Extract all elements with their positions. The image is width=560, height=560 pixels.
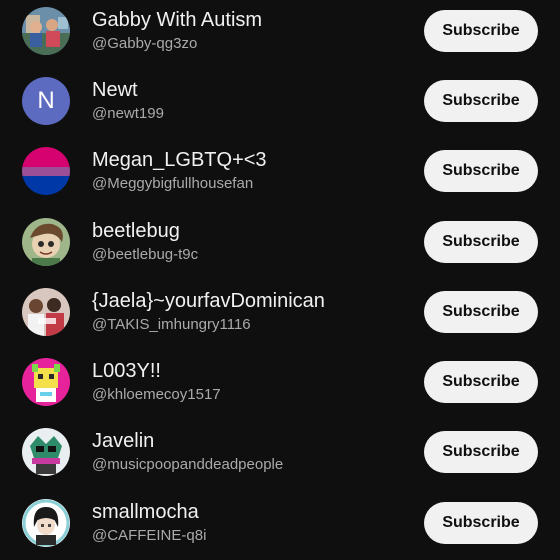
channel-handle: @musicpoopanddeadpeople xyxy=(92,456,284,473)
channel-avatar[interactable]: N xyxy=(22,77,70,125)
channel-handle: @CAFFEINE-q8i xyxy=(92,527,207,544)
cartoon-avatar-icon xyxy=(22,358,70,406)
channel-avatar[interactable] xyxy=(22,7,70,55)
channel-row[interactable]: Megan_LGBTQ+<3 @Meggybigfullhousefan Sub… xyxy=(0,140,560,210)
channel-row[interactable]: {Jaela}~yourfavDominican @TAKIS_imhungry… xyxy=(0,281,560,351)
channel-name[interactable]: beetlebug xyxy=(92,219,180,243)
channel-name[interactable]: Newt xyxy=(92,78,138,102)
channel-name[interactable]: Javelin xyxy=(92,429,154,453)
anime-avatar-icon xyxy=(22,499,70,547)
channel-row[interactable]: Javelin @musicpoopanddeadpeople Subscrib… xyxy=(0,421,560,491)
channel-avatar[interactable] xyxy=(22,288,70,336)
channel-avatar[interactable] xyxy=(22,499,70,547)
channel-handle: @TAKIS_imhungry1116 xyxy=(92,316,251,333)
channel-avatar[interactable] xyxy=(22,358,70,406)
bi-flag-avatar-icon xyxy=(22,147,70,195)
channel-name[interactable]: {Jaela}~yourfavDominican xyxy=(92,289,325,313)
channel-row[interactable]: N Newt @newt199 Subscribe xyxy=(0,70,560,140)
subscribe-button[interactable]: Subscribe xyxy=(424,502,538,544)
channel-handle: @newt199 xyxy=(92,105,164,122)
channel-avatar[interactable] xyxy=(22,147,70,195)
channel-handle: @beetlebug-t9c xyxy=(92,246,199,263)
channel-name[interactable]: Gabby With Autism xyxy=(92,8,262,32)
subscribe-button[interactable]: Subscribe xyxy=(424,221,538,263)
cartoon-avatar-icon xyxy=(22,428,70,476)
channel-handle: @khloemecoy1517 xyxy=(92,386,221,403)
channel-row[interactable]: smallmocha @CAFFEINE-q8i Subscribe xyxy=(0,492,560,560)
channel-avatar[interactable] xyxy=(22,428,70,476)
channel-name[interactable]: Megan_LGBTQ+<3 xyxy=(92,148,267,172)
channel-name[interactable]: smallmocha xyxy=(92,500,199,524)
channel-handle: @Meggybigfullhousefan xyxy=(92,175,254,192)
photo-avatar-icon xyxy=(22,7,70,55)
subscribe-button[interactable]: Subscribe xyxy=(424,150,538,192)
photo-avatar-icon xyxy=(22,288,70,336)
subscribe-button[interactable]: Subscribe xyxy=(424,10,538,52)
channel-name[interactable]: L003Y!! xyxy=(92,359,161,383)
channel-avatar[interactable] xyxy=(22,218,70,266)
channel-row[interactable]: beetlebug @beetlebug-t9c Subscribe xyxy=(0,211,560,281)
channel-row[interactable]: Gabby With Autism @Gabby-qg3zo Subscribe xyxy=(0,0,560,70)
subscribe-button[interactable]: Subscribe xyxy=(424,361,538,403)
subscribe-button[interactable]: Subscribe xyxy=(424,291,538,333)
subscribe-button[interactable]: Subscribe xyxy=(424,80,538,122)
avatar-letter: N xyxy=(37,87,55,114)
subscribe-button[interactable]: Subscribe xyxy=(424,431,538,473)
channel-row[interactable]: L003Y!! @khloemecoy1517 Subscribe xyxy=(0,351,560,421)
subscriptions-list: Gabby With Autism @Gabby-qg3zo Subscribe… xyxy=(0,0,560,560)
channel-handle: @Gabby-qg3zo xyxy=(92,35,198,52)
drawing-avatar-icon xyxy=(22,218,70,266)
